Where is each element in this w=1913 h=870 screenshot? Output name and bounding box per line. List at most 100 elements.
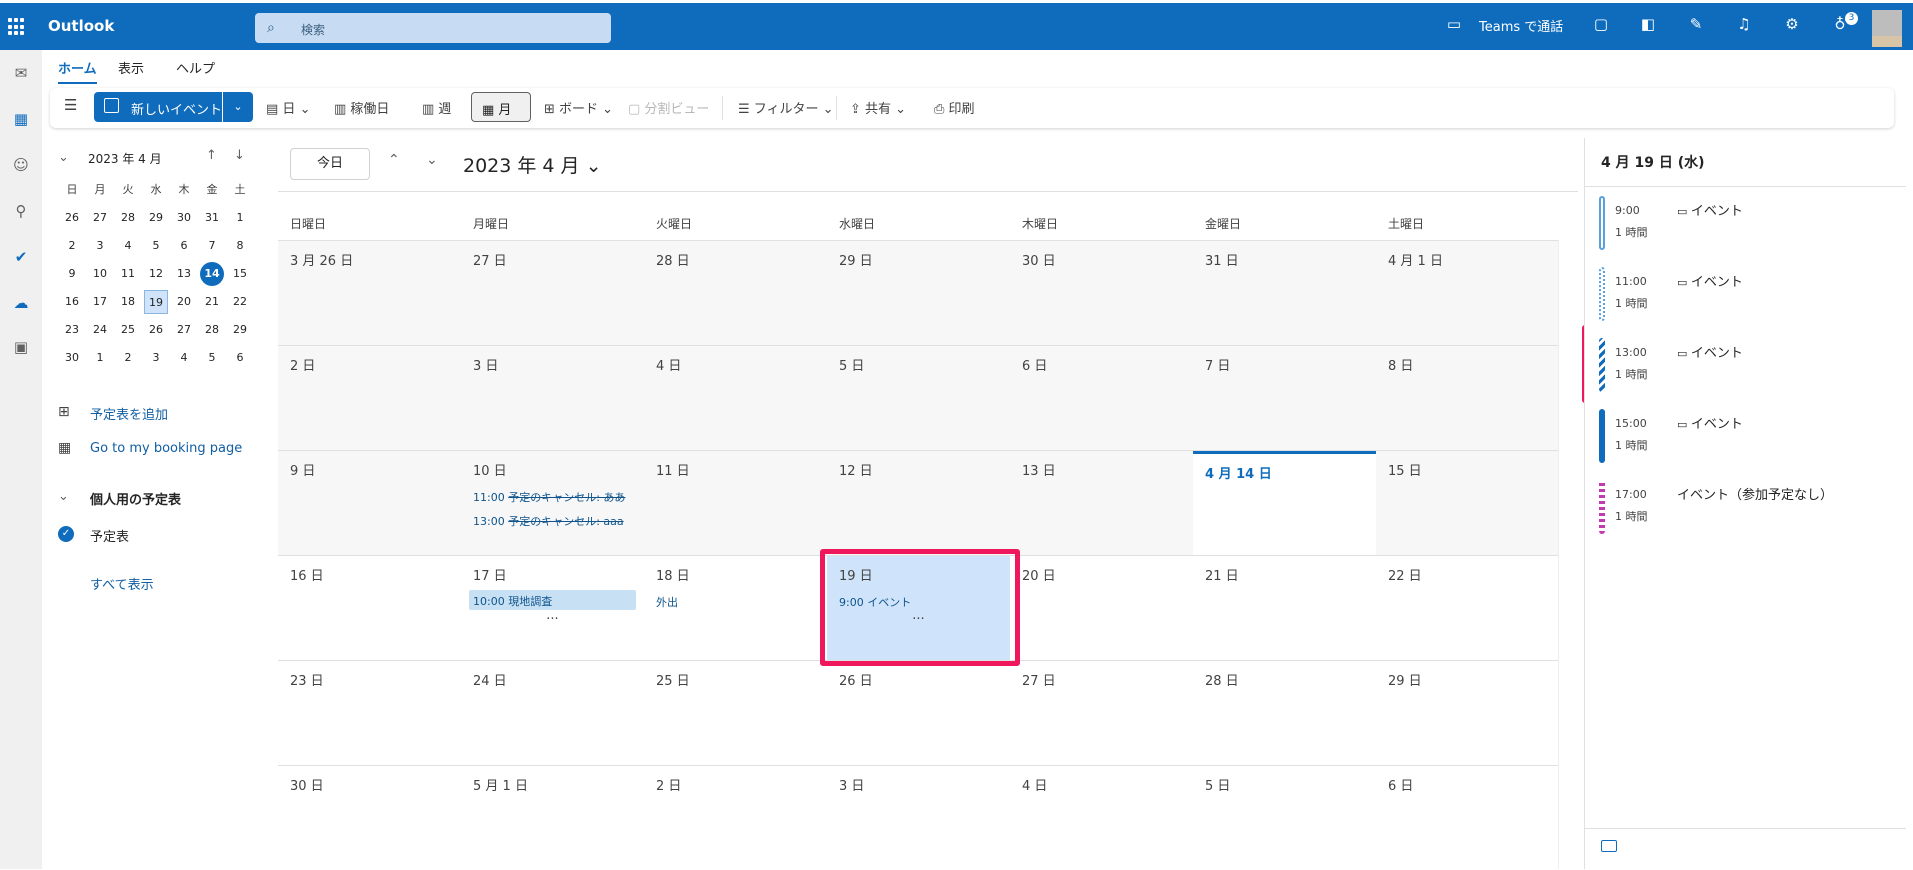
mini-day[interactable]: 29 [228,318,252,342]
mini-day[interactable]: 22 [228,290,252,314]
teams-call-button[interactable]: Teams で通話 [1479,16,1563,35]
day-cell[interactable]: 4 月 14 日 [1193,451,1376,555]
new-event-button[interactable]: 新しいイベント [94,92,222,122]
day-cell[interactable]: 26 日 [827,661,1010,765]
day-cell[interactable]: 22 日 [1376,556,1559,660]
mini-day[interactable]: 26 [144,318,168,342]
chevron-down-icon[interactable]: ⌄ [58,489,69,504]
agenda-event[interactable]: 9:00 1 時間 ▭ イベント [1599,196,1899,252]
month-view-button[interactable]: ▦ 月 [471,92,531,122]
avatar[interactable] [1872,10,1902,47]
more-events-indicator[interactable]: ··· [461,612,644,627]
day-cell[interactable]: 23 日 [278,661,461,765]
day-cell[interactable]: 2 日 [644,766,827,870]
day-cell[interactable]: 7 日 [1193,346,1376,450]
task-icon[interactable]: ✎ [1685,15,1707,35]
mini-day[interactable]: 6 [228,346,252,370]
day-cell[interactable]: 4 日 [644,346,827,450]
tab-help[interactable]: ヘルプ [176,58,215,77]
mini-day[interactable]: 12 [144,262,168,286]
mini-day[interactable]: 3 [144,346,168,370]
day-cell[interactable]: 28 日 [644,241,827,345]
teams-video-icon[interactable]: ▭ [1443,15,1465,35]
day-cell[interactable]: 15 日 [1376,451,1559,555]
day-cell[interactable]: 29 日 [827,241,1010,345]
new-event-dropdown[interactable]: ⌄ [223,92,253,122]
calendar-event[interactable]: 外出 [656,594,678,610]
day-cell[interactable]: 21 日 [1193,556,1376,660]
calendar-event[interactable]: 13:00 予定のキャンセル: aaa [473,513,624,529]
mini-day[interactable]: 25 [116,318,140,342]
day-cell[interactable]: 13 日 [1010,451,1193,555]
today-button[interactable]: 今日 [290,148,370,180]
day-cell[interactable]: 6 日 [1376,766,1559,870]
day-cell[interactable]: 28 日 [1193,661,1376,765]
bell-icon[interactable]: ♫ [1733,15,1755,35]
mini-day[interactable]: 13 [172,262,196,286]
app-launcher-icon[interactable] [8,18,26,36]
calendar-item-label[interactable]: 予定表 [90,526,129,545]
mini-day[interactable]: 30 [60,346,84,370]
agenda-event[interactable]: 17:00 1 時間 イベント（参加予定なし） [1599,480,1899,536]
day-cell[interactable]: 31 日 [1193,241,1376,345]
day-cell[interactable]: 27 日 [461,241,644,345]
day-cell[interactable]: 20 日 [1010,556,1193,660]
split-view-button[interactable]: ▢ 分割ビュー [628,98,709,117]
mini-day[interactable]: 28 [116,206,140,230]
mini-day[interactable]: 2 [60,234,84,258]
mini-day[interactable]: 4 [172,346,196,370]
collapse-month-icon[interactable]: ⌄ [58,150,69,165]
mini-day[interactable]: 10 [88,262,112,286]
mini-day[interactable]: 20 [172,290,196,314]
day-cell[interactable]: 24 日 [461,661,644,765]
prev-month-arrow[interactable]: ↑ [206,148,217,163]
chat-icon[interactable]: ▢ [1590,15,1612,35]
mini-day[interactable]: 28 [200,318,224,342]
share-button[interactable]: ⇪ 共有 ⌄ [850,98,906,117]
next-arrow-icon[interactable]: ⌄ [426,152,438,168]
booking-page-link[interactable]: Go to my booking page [90,441,242,456]
mini-day[interactable]: 9 [60,262,84,286]
day-cell[interactable]: 9 日 [278,451,461,555]
tab-home[interactable]: ホーム [58,58,97,84]
print-button[interactable]: ⎙ 印刷 [934,98,975,117]
prev-arrow-icon[interactable]: ⌃ [388,152,400,168]
mini-day[interactable]: 6 [172,234,196,258]
gear-icon[interactable]: ⚙ [1781,15,1803,35]
filter-button[interactable]: ☰ フィルター ⌄ [738,98,834,117]
day-cell[interactable]: 2 日 [278,346,461,450]
day-cell[interactable]: 30 日 [1010,241,1193,345]
mail-icon[interactable]: ✉ [8,64,34,86]
day-cell[interactable]: 27 日 [1010,661,1193,765]
mini-day[interactable]: 21 [200,290,224,314]
apps-icon[interactable]: ▣ [8,338,34,360]
mini-day[interactable]: 24 [88,318,112,342]
mini-day[interactable]: 5 [144,234,168,258]
mini-day[interactable]: 15 [228,262,252,286]
mini-day[interactable]: 26 [60,206,84,230]
agenda-event[interactable]: 15:00 1 時間 ▭ イベント [1599,409,1899,465]
day-cell[interactable]: 5 月 1 日 [461,766,644,870]
day-cell[interactable]: 3 日 [827,766,1010,870]
todo-icon[interactable]: ✔ [8,248,34,270]
week-view-button[interactable]: ▥ 週 [422,98,451,117]
workweek-view-button[interactable]: ▥ 稼働日 [334,98,389,117]
day-cell[interactable]: 6 日 [1010,346,1193,450]
day-cell[interactable]: 3 月 26 日 [278,241,461,345]
mini-day[interactable]: 8 [228,234,252,258]
mini-day[interactable]: 2 [116,346,140,370]
mini-day[interactable]: 18 [116,290,140,314]
mini-day[interactable]: 17 [88,290,112,314]
day-cell[interactable]: 12 日 [827,451,1010,555]
mini-day[interactable]: 19 [144,290,168,314]
onedrive-icon[interactable]: ☁ [8,294,34,316]
office-icon[interactable]: ◧ [1637,15,1659,35]
hamburger-icon[interactable]: ☰ [64,96,77,114]
month-title[interactable]: 2023 年 4 月 ⌄ [463,151,602,178]
day-cell[interactable]: 8 日 [1376,346,1559,450]
day-cell[interactable]: 16 日 [278,556,461,660]
day-cell[interactable]: 4 月 1 日 [1376,241,1559,345]
scrollbar[interactable] [1558,240,1578,869]
day-cell[interactable]: 29 日 [1376,661,1559,765]
checkmark-icon[interactable]: ✓ [58,526,74,542]
